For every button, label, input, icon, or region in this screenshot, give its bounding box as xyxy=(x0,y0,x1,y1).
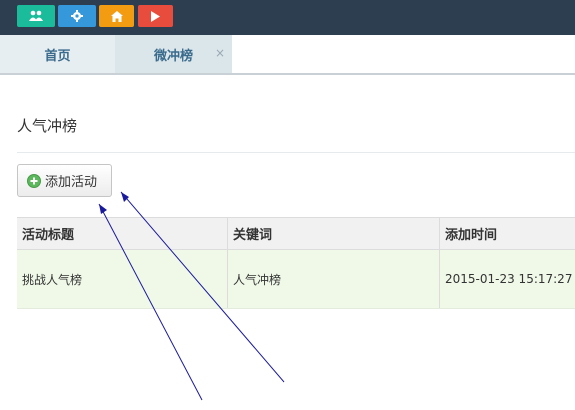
header-activity-title: 活动标题 xyxy=(22,228,75,243)
page-title: 人气冲榜 xyxy=(17,117,78,135)
play-icon xyxy=(151,10,160,22)
users-button[interactable] xyxy=(17,5,55,27)
header-add-time: 添加时间 xyxy=(439,218,575,249)
top-toolbar xyxy=(0,0,575,35)
add-activity-label: 添加活动 xyxy=(45,175,98,190)
users-icon xyxy=(29,10,43,21)
tab-divider xyxy=(0,73,575,75)
cell-add-time: 2015-01-23 15:17:27 xyxy=(439,250,575,308)
table-row[interactable]: 挑战人气榜 人气冲榜 2015-01-23 15:17:27 xyxy=(17,250,575,309)
gear-icon xyxy=(71,10,83,22)
play-button[interactable] xyxy=(138,5,173,27)
cell-activity-title: 挑战人气榜 xyxy=(22,272,83,287)
tab-bar: 首页 微冲榜 xyxy=(0,35,575,73)
header-keyword: 关键词 xyxy=(227,218,439,249)
tab-close-icon[interactable]: × xyxy=(215,46,225,60)
arrowhead-right xyxy=(121,192,129,202)
settings-button[interactable] xyxy=(58,5,96,27)
title-divider xyxy=(17,152,575,153)
home-button[interactable] xyxy=(99,5,134,27)
table-header: 活动标题 关键词 添加时间 xyxy=(17,217,575,250)
add-activity-button[interactable]: 添加活动 xyxy=(17,164,112,197)
cell-keyword: 人气冲榜 xyxy=(227,250,439,308)
add-circle-icon xyxy=(27,173,41,188)
tab-home[interactable]: 首页 xyxy=(0,35,115,73)
arrowhead-left xyxy=(99,204,107,214)
home-icon xyxy=(110,10,123,22)
activity-table: 活动标题 关键词 添加时间 挑战人气榜 人气冲榜 2015-01-23 15:1… xyxy=(17,217,575,309)
